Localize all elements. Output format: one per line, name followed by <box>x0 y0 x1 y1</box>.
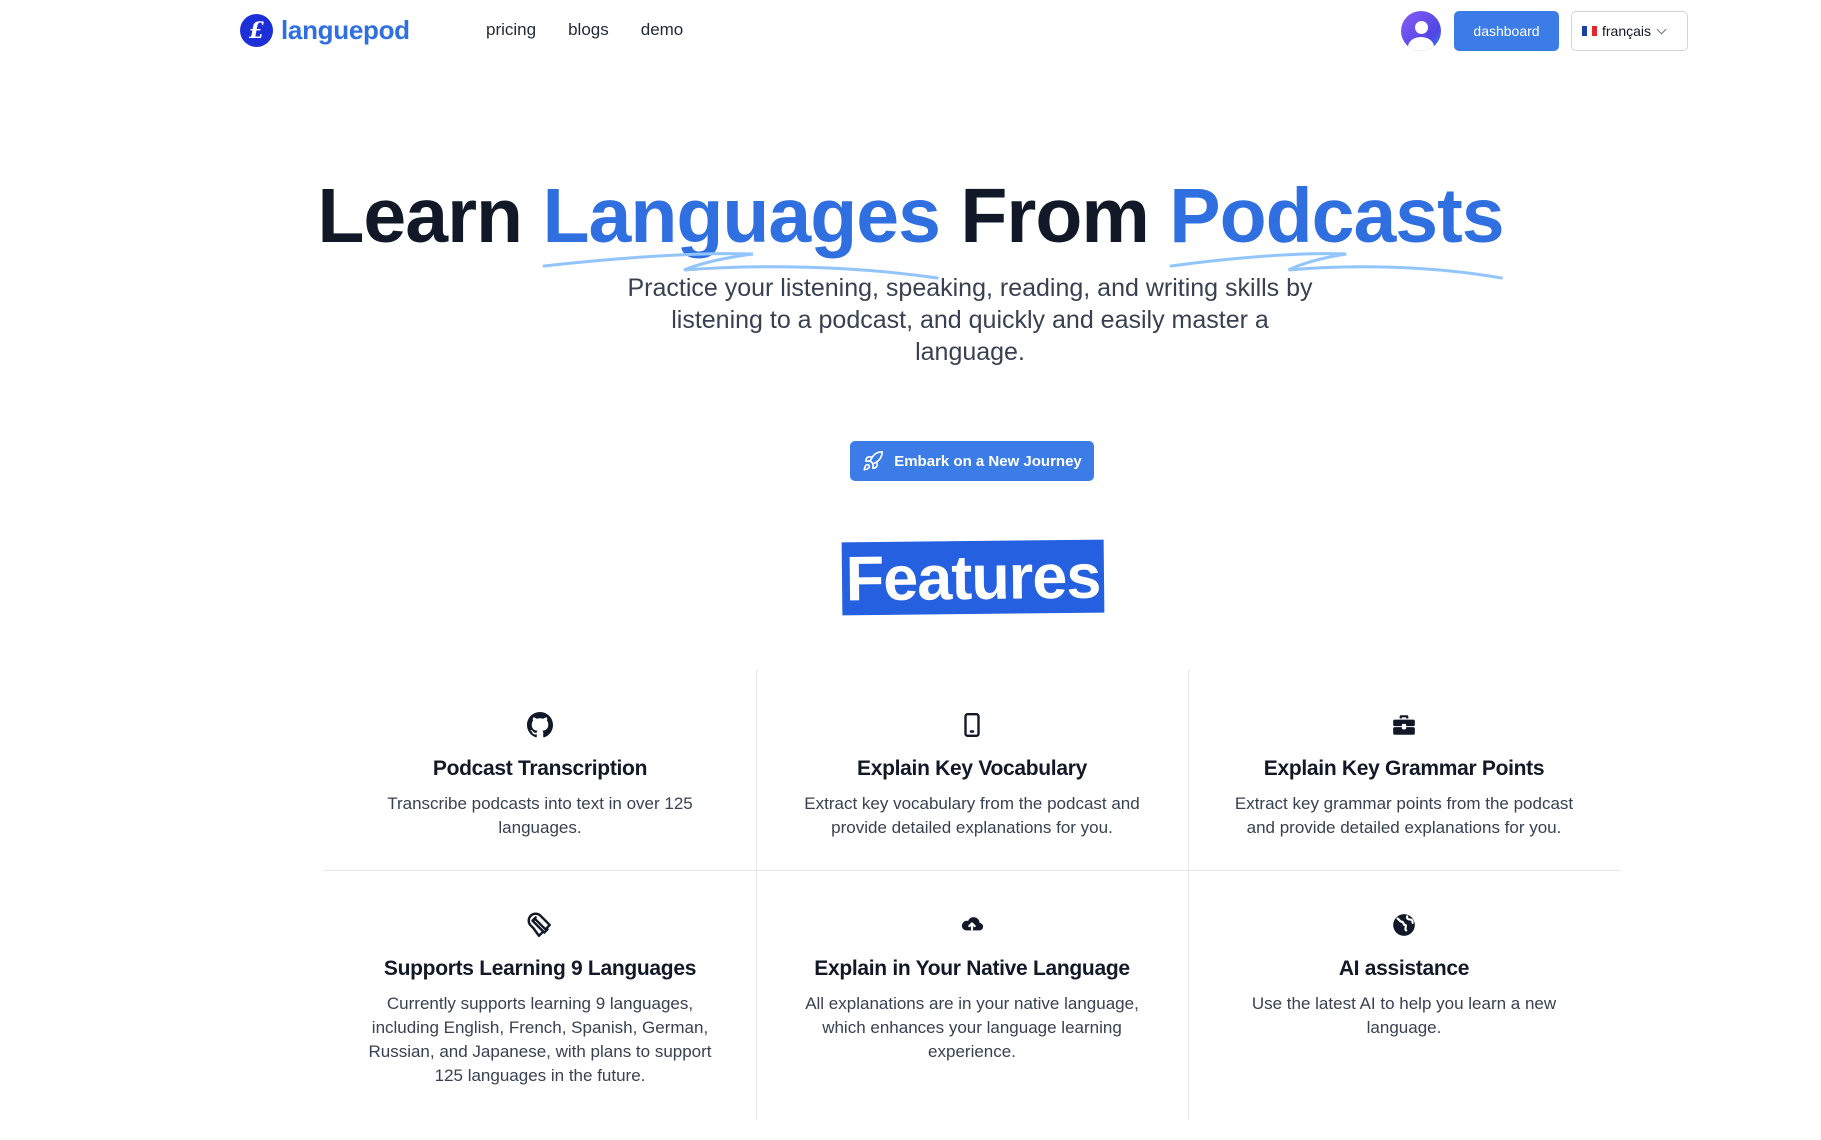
feature-card: AI assistance Use the latest AI to help … <box>1188 912 1620 1040</box>
feature-title: Supports Learning 9 Languages <box>383 957 697 980</box>
feature-description: Extract key grammar points from the podc… <box>1234 794 1574 837</box>
embark-journey-label: Embark on a New Journey <box>894 452 1082 470</box>
feature-description: Transcribe podcasts into text in over 12… <box>387 794 693 837</box>
feature-description: Extract key vocabulary from the podcast … <box>804 794 1140 837</box>
feature-title: Podcast Transcription <box>432 757 648 780</box>
features-grid: Podcast Transcription Transcribe podcast… <box>324 670 1620 1120</box>
hero-subtitle: Practice your listening, speaking, readi… <box>627 274 1313 366</box>
landing-page: £ languepod pricing blogs demo dashboard… <box>0 0 1821 1140</box>
toolbox-icon <box>1393 715 1415 735</box>
feature-card: Supports Learning 9 Languages Currently … <box>324 912 756 1088</box>
language-select-value: français <box>1602 23 1652 39</box>
mobile-icon <box>964 712 980 738</box>
feature-card: Explain Key Vocabulary Extract key vocab… <box>756 712 1188 840</box>
logo-icon: £ <box>240 14 273 47</box>
feature-title: Explain Key Vocabulary <box>857 757 1087 780</box>
fr-flag-icon <box>1582 26 1597 36</box>
feature-card: Explain in Your Native Language All expl… <box>756 912 1188 1064</box>
grid-divider <box>324 870 1620 871</box>
logo-link[interactable]: £ languepod <box>240 14 410 47</box>
nav-link-blogs[interactable]: blogs <box>568 20 609 40</box>
feature-description: Currently supports learning 9 languages,… <box>368 994 712 1085</box>
feature-card: Explain Key Grammar Points Extract key g… <box>1188 712 1620 840</box>
hero-title-part-3: From <box>939 173 1170 259</box>
avatar-body <box>1408 37 1434 51</box>
github-icon <box>527 712 553 738</box>
feature-title: Explain in Your Native Language <box>814 957 1130 980</box>
cloud-upload-icon <box>961 917 984 931</box>
feature-description: Use the latest AI to help you learn a ne… <box>1251 994 1557 1037</box>
hero-title-highlight-podcasts: Podcasts <box>1169 166 1505 280</box>
main-nav: pricing blogs demo <box>486 20 683 40</box>
hero-title-part-4: Podcasts <box>1169 173 1504 259</box>
language-select[interactable]: français <box>1571 11 1688 51</box>
dashboard-button[interactable]: dashboard <box>1454 11 1559 51</box>
nav-link-demo[interactable]: demo <box>641 20 684 40</box>
hero-title-part-2: Languages <box>542 173 940 259</box>
magnet-icon <box>527 912 551 938</box>
chevron-down-icon <box>1656 24 1667 34</box>
hero-title-part-1: Learn <box>317 173 543 259</box>
logo-text: languepod <box>281 15 410 45</box>
features-heading: Features <box>841 539 1105 616</box>
avatar-head <box>1415 21 1428 34</box>
feature-title: AI assistance <box>1338 957 1470 980</box>
embark-journey-button[interactable]: Embark on a New Journey <box>850 441 1094 481</box>
feature-title: Explain Key Grammar Points <box>1263 757 1545 780</box>
globe-icon <box>1393 914 1415 936</box>
user-avatar[interactable] <box>1401 11 1441 51</box>
feature-card: Podcast Transcription Transcribe podcast… <box>324 712 756 840</box>
nav-link-pricing[interactable]: pricing <box>486 20 536 40</box>
feature-description: All explanations are in your native lang… <box>805 994 1139 1061</box>
navbar: £ languepod pricing blogs demo dashboard… <box>0 0 1821 62</box>
hero-title: Learn Languages From Podcasts <box>0 166 1821 280</box>
hero-title-highlight-languages: Languages <box>542 166 941 280</box>
rocket-icon <box>863 451 884 471</box>
